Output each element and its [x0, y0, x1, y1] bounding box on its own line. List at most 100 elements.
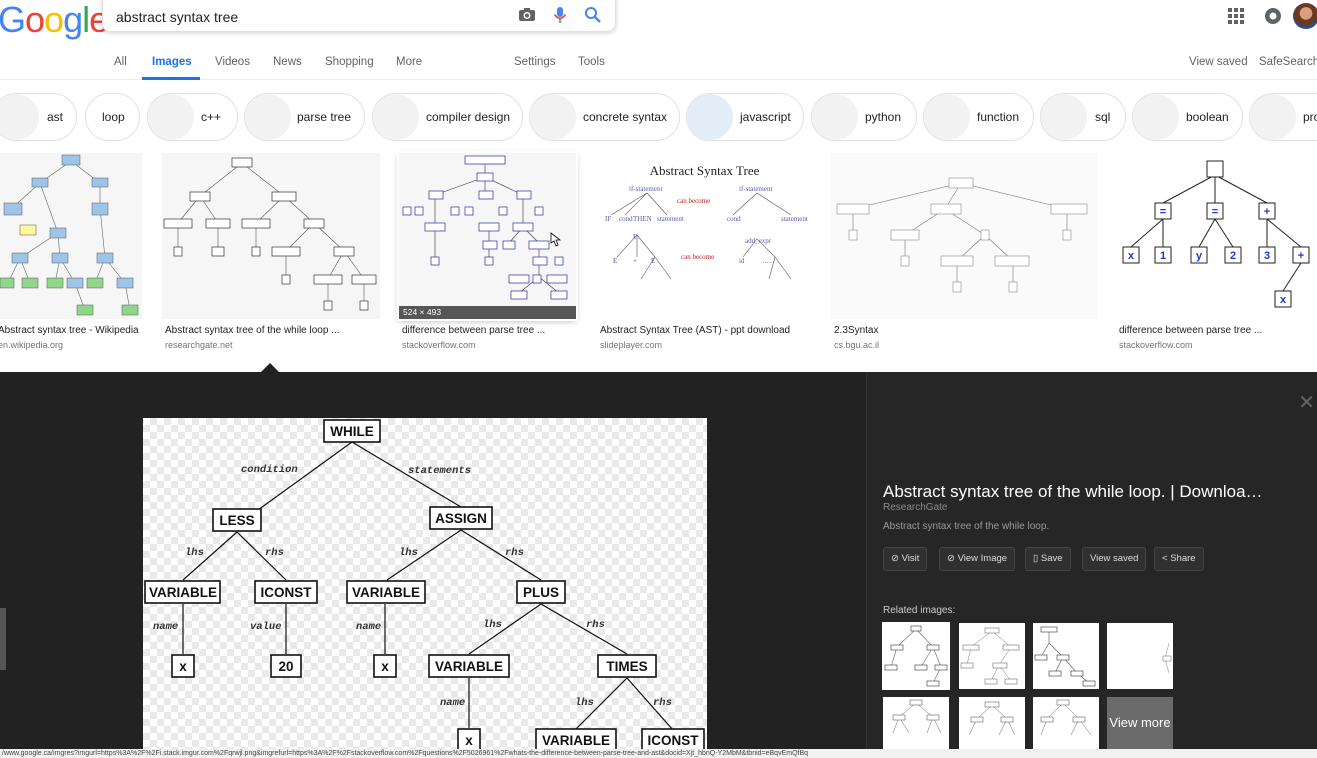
result-source[interactable]: slideplayer.com	[600, 340, 662, 350]
search-input[interactable]: abstract syntax tree	[116, 9, 238, 25]
tree-node-label: WHILE	[330, 424, 374, 439]
svg-text:if-statement: if-statement	[739, 185, 772, 193]
tree-node-label: x	[1280, 294, 1287, 306]
google-logo[interactable]: Google	[0, 0, 109, 41]
result-title[interactable]: Abstract Syntax Tree (AST) - ppt downloa…	[600, 325, 790, 336]
tools-link[interactable]: Tools	[578, 56, 605, 68]
chip-thumbnail	[687, 94, 733, 140]
edge-label: rhs	[505, 547, 524, 559]
edge-label: value	[250, 621, 282, 633]
chip-compiler-design[interactable]: compiler design	[372, 93, 523, 141]
tree-node-label: +	[1298, 250, 1304, 262]
ast-slide-image: if-statement if-statement IF cond THEN state…	[605, 185, 808, 280]
chip-javascript[interactable]: javascript	[686, 93, 804, 141]
chip-sql[interactable]: sql	[1040, 93, 1126, 141]
chip-loop[interactable]: loop	[85, 93, 140, 141]
chip-thumbnail	[245, 94, 291, 140]
svg-text:THEN: THEN	[633, 215, 652, 223]
previous-image-handle[interactable]	[0, 608, 6, 670]
result-title[interactable]: difference between parse tree ...	[1119, 325, 1262, 336]
result-thumbnail[interactable]: = = + x 1 y 2 3 + x	[1115, 153, 1317, 319]
tab-images[interactable]: Images	[152, 56, 192, 68]
chip-thumbnail	[530, 94, 576, 140]
edge-label: rhs	[653, 697, 672, 709]
result-thumbnail[interactable]	[0, 153, 142, 319]
tree-node-label: VARIABLE	[149, 585, 217, 600]
tree-node-label: y	[1196, 250, 1203, 262]
chip-partial[interactable]: pro	[1249, 93, 1317, 141]
notifications-icon[interactable]	[1264, 7, 1282, 25]
chip-ast[interactable]: ast	[0, 93, 77, 141]
tree-node-label: ICONST	[647, 733, 699, 748]
search-icon[interactable]	[583, 5, 603, 25]
tab-news[interactable]: News	[273, 56, 302, 68]
svg-text:can become: can become	[681, 253, 714, 261]
chip-thumbnail	[148, 94, 194, 140]
result-thumbnail[interactable]	[162, 153, 380, 319]
tab-videos[interactable]: Videos	[215, 56, 250, 68]
preview-image[interactable]: WHILE LESS ASSIGN VARIABLE ICONST VARIAB…	[143, 418, 707, 758]
chip-cpp[interactable]: c++	[147, 93, 238, 141]
tree-thumbnail-image	[163, 157, 377, 311]
tree-node-label: 1	[1160, 250, 1166, 262]
chip-parse-tree[interactable]: parse tree	[244, 93, 365, 141]
chip-label: pro	[1303, 110, 1317, 124]
result-title[interactable]: difference between parse tree ...	[402, 325, 545, 336]
settings-link[interactable]: Settings	[514, 56, 556, 68]
avatar[interactable]	[1293, 3, 1317, 29]
related-image[interactable]	[1107, 623, 1173, 689]
result-source[interactable]: stackoverflow.com	[1119, 340, 1193, 350]
close-icon[interactable]: ✕	[1298, 390, 1315, 415]
tab-shopping[interactable]: Shopping	[325, 56, 374, 68]
while-loop-ast-diagram: WHILE LESS ASSIGN VARIABLE ICONST VARIAB…	[144, 419, 705, 752]
tab-all[interactable]: All	[114, 56, 127, 68]
result-thumbnail[interactable]: Abstract Syntax Tree if-statement if-stat…	[597, 153, 812, 319]
mic-icon[interactable]	[550, 5, 570, 25]
chip-label: sql	[1095, 110, 1111, 124]
result-source[interactable]: researchgate.net	[165, 340, 233, 350]
related-image[interactable]	[882, 622, 950, 690]
related-image[interactable]	[1033, 623, 1099, 689]
safesearch-link[interactable]: SafeSearch	[1259, 56, 1317, 68]
result-thumbnail[interactable]: 524 × 493	[399, 153, 576, 319]
preview-site: ResearchGate	[883, 502, 948, 513]
result-title[interactable]: Abstract syntax tree of the while loop .…	[165, 325, 340, 336]
view-saved-link[interactable]: View saved	[1189, 56, 1248, 68]
result-title[interactable]: 2.3Syntax	[834, 325, 878, 336]
save-button[interactable]: ▯ Save	[1025, 547, 1071, 571]
chip-concrete-syntax[interactable]: concrete syntax	[529, 93, 680, 141]
chip-thumbnail	[0, 94, 39, 140]
apps-grid-icon[interactable]	[1227, 7, 1245, 25]
logo-letter: o	[25, 0, 45, 40]
chip-label: ast	[47, 110, 64, 124]
tree-node-label: TIMES	[606, 659, 647, 674]
compass-icon: ⊘	[947, 553, 955, 564]
tree-node-label: LESS	[219, 513, 254, 528]
image-details-panel: ✕ Abstract syntax tree of the while loop…	[866, 372, 1317, 758]
view-image-button[interactable]: ⊘ View Image	[939, 547, 1016, 571]
result-source[interactable]: cs.bgu.ac.il	[834, 340, 879, 350]
result-source[interactable]: stackoverflow.com	[402, 340, 476, 350]
chip-boolean[interactable]: boolean	[1132, 93, 1243, 141]
status-bar-url: /www.google.ca/imgres?imgurl=https%3A%2F…	[0, 749, 1317, 758]
result-source[interactable]: en.wikipedia.org	[0, 340, 63, 350]
share-button[interactable]: < Share	[1154, 547, 1204, 571]
result-title[interactable]: Abstract syntax tree - Wikipedia	[0, 325, 139, 336]
chip-label: boolean	[1186, 110, 1229, 124]
result-thumbnail[interactable]	[831, 153, 1097, 319]
svg-text:can become: can become	[677, 197, 710, 205]
tree-node-label: x	[179, 659, 187, 674]
chip-function[interactable]: function	[923, 93, 1034, 141]
visit-button[interactable]: ⊘ Visit	[883, 547, 928, 571]
related-image[interactable]	[959, 623, 1025, 689]
tree-node-label: x	[381, 659, 389, 674]
chip-python[interactable]: python	[811, 93, 917, 141]
view-saved-button[interactable]: View saved	[1082, 547, 1147, 571]
tree-node-label: ASSIGN	[435, 511, 487, 526]
logo-letter: o	[44, 0, 64, 40]
preview-title[interactable]: Abstract syntax tree of the while loop. …	[883, 482, 1263, 502]
camera-icon[interactable]	[517, 5, 537, 25]
edge-label: lhs	[185, 547, 204, 559]
tab-more[interactable]: More	[396, 56, 422, 68]
search-box[interactable]: abstract syntax tree	[102, 0, 616, 32]
